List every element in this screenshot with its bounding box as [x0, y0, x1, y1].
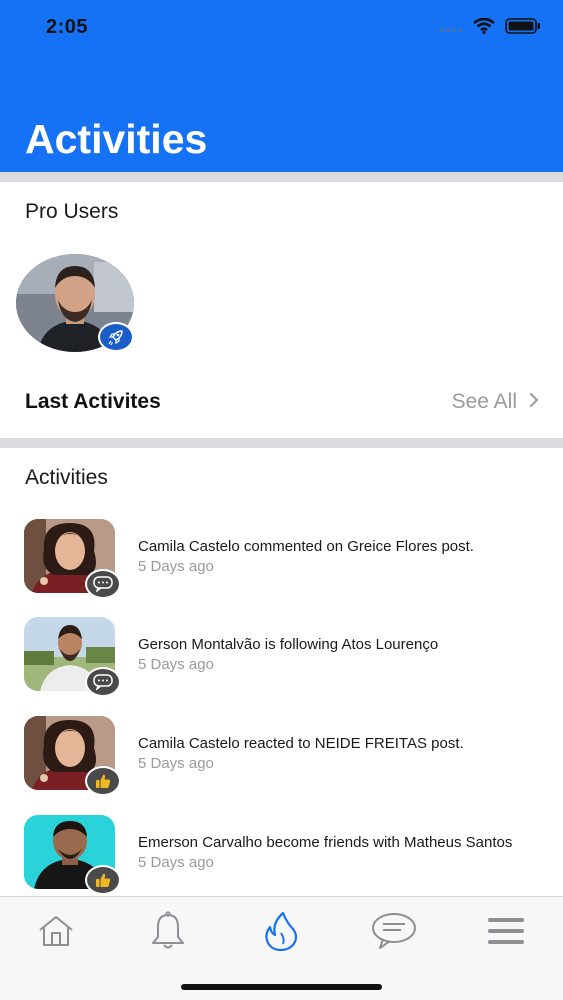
chat-bubble-icon — [371, 912, 417, 955]
activities-heading: Activities — [25, 466, 108, 489]
signal-icon — [439, 20, 463, 38]
section-divider — [0, 438, 563, 448]
status-time: 2:05 — [46, 16, 89, 38]
thumbs-up-icon — [85, 865, 121, 895]
bell-icon — [150, 910, 186, 956]
activity-time: 5 Days ago — [138, 558, 214, 575]
flame-icon — [263, 911, 299, 956]
comment-icon — [85, 667, 121, 697]
status-bar: 2:05 — [0, 0, 563, 54]
last-activities-heading: Last Activites — [25, 390, 161, 413]
comment-icon — [85, 569, 121, 599]
wifi-icon — [473, 17, 495, 39]
section-divider — [0, 172, 563, 182]
tab-home[interactable] — [26, 911, 86, 955]
home-indicator — [181, 984, 382, 990]
status-indicators — [439, 17, 541, 39]
page-header: Activities — [0, 54, 563, 172]
see-all-label: See All — [451, 390, 517, 413]
activity-text: Emerson Carvalho become friends with Mat… — [138, 834, 513, 851]
activity-text: Camila Castelo commented on Greice Flore… — [138, 538, 474, 555]
activity-time: 5 Days ago — [138, 656, 214, 673]
rocket-icon — [98, 322, 134, 352]
see-all-link[interactable]: See All — [452, 390, 539, 414]
chevron-right-icon — [529, 392, 539, 413]
activity-item[interactable]: Gerson Montalvão is following Atos Loure… — [0, 617, 563, 701]
activity-item[interactable]: Camila Castelo reacted to NEIDE FREITAS … — [0, 716, 563, 800]
tab-activities[interactable] — [251, 911, 311, 955]
activity-time: 5 Days ago — [138, 755, 214, 772]
battery-icon — [505, 18, 541, 39]
page-title: Activities — [25, 116, 208, 162]
activity-text: Camila Castelo reacted to NEIDE FREITAS … — [138, 735, 464, 752]
activity-time: 5 Days ago — [138, 854, 214, 871]
menu-icon — [487, 916, 525, 951]
activity-item[interactable]: Camila Castelo commented on Greice Flore… — [0, 519, 563, 603]
home-icon — [37, 914, 75, 953]
activity-item[interactable]: Emerson Carvalho become friends with Mat… — [0, 815, 563, 899]
tab-messages[interactable] — [364, 911, 424, 955]
thumbs-up-icon — [85, 766, 121, 796]
tab-notifications[interactable] — [138, 910, 198, 956]
activity-text: Gerson Montalvão is following Atos Loure… — [138, 636, 439, 653]
pro-users-heading: Pro Users — [25, 200, 119, 223]
tab-menu[interactable] — [476, 911, 536, 955]
